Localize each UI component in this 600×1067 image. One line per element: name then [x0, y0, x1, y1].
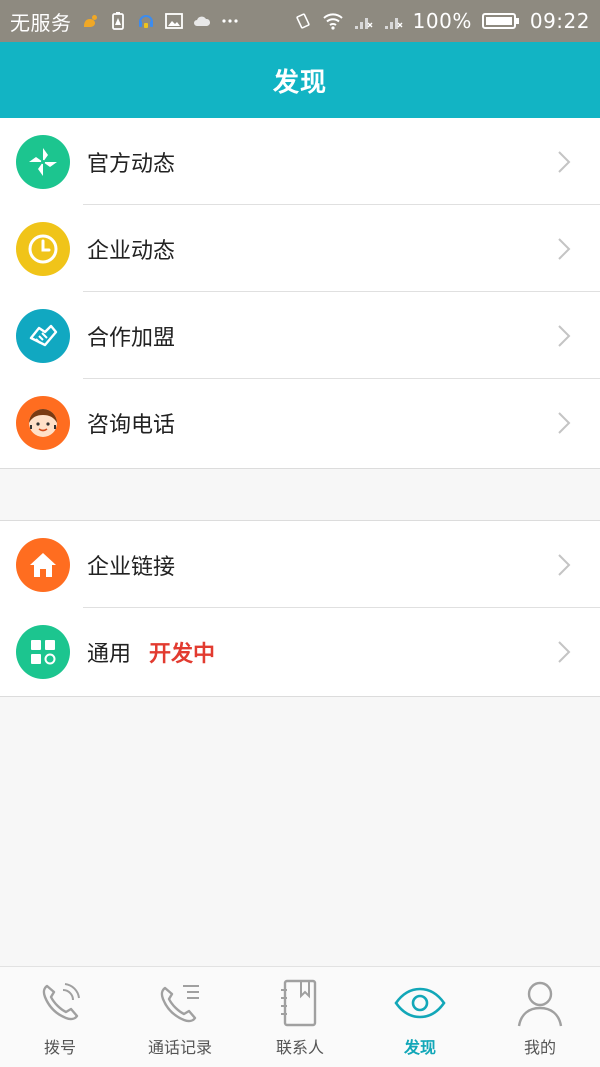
- tab-label: 我的: [523, 1038, 556, 1057]
- list-item-company-news[interactable]: 企业动态: [0, 205, 600, 292]
- clock-time: 09:22: [529, 9, 590, 33]
- list-item-company-links[interactable]: 企业链接: [0, 521, 600, 608]
- tab-call-log[interactable]: 通话记录: [120, 967, 240, 1067]
- list-item-official-news[interactable]: 官方动态: [0, 118, 600, 205]
- header-bar: 发现: [0, 42, 600, 118]
- tab-label: 通话记录: [147, 1038, 212, 1057]
- apps-grid-icon: [16, 624, 70, 679]
- tab-dial[interactable]: 拨号: [0, 967, 120, 1067]
- cloud-icon: [193, 16, 210, 26]
- dial-icon: [42, 983, 80, 1021]
- tab-label: 发现: [403, 1038, 436, 1057]
- chevron-right-icon: [558, 411, 571, 434]
- list-item-partnership[interactable]: 合作加盟: [0, 292, 600, 379]
- chevron-right-icon: [558, 640, 571, 663]
- row-label: 合作加盟: [87, 325, 176, 351]
- carrier-text: 无服务: [10, 10, 72, 35]
- tab-discover[interactable]: 发现: [360, 967, 480, 1067]
- clock-icon: [16, 221, 70, 276]
- discover-screen: 无服务 100% 09:22 发现 官方动态 企业动态 合作加盟 咨询电话 企业…: [0, 0, 600, 1067]
- in-development-badge: 开发中: [149, 641, 216, 667]
- status-left: 无服务: [10, 7, 240, 36]
- home-icon: [16, 537, 70, 592]
- tab-label: 联系人: [275, 1038, 324, 1057]
- row-label: 企业链接: [87, 554, 176, 580]
- row-label: 官方动态: [87, 151, 176, 177]
- handshake-icon: [16, 308, 70, 363]
- squirrel-icon: [83, 15, 97, 27]
- more-dots-icon: [221, 19, 238, 23]
- list-item-consult-phone[interactable]: 咨询电话: [0, 379, 600, 466]
- eye-icon: [394, 987, 446, 1019]
- signal-sim2-icon: [384, 18, 403, 29]
- list-group-2: 企业链接 通用 开发中: [0, 520, 600, 697]
- profile-icon: [517, 981, 563, 1027]
- battery-icon: [481, 13, 519, 29]
- row-label: 企业动态: [87, 238, 176, 264]
- chevron-right-icon: [558, 324, 571, 347]
- status-right: 100% 09:22: [293, 9, 590, 33]
- call-log-icon: [160, 985, 199, 1023]
- chevron-right-icon: [558, 150, 571, 173]
- tab-label: 拨号: [43, 1038, 76, 1057]
- row-label: 通用: [87, 641, 132, 667]
- tab-me[interactable]: 我的: [480, 967, 600, 1067]
- vibrate-icon: [296, 13, 310, 29]
- row-label: 咨询电话: [87, 412, 176, 438]
- battery-percent: 100%: [412, 9, 472, 33]
- page-title: 发现: [272, 67, 327, 98]
- contacts-book-icon: [281, 979, 317, 1027]
- pinwheel-icon: [16, 134, 70, 189]
- tab-contacts[interactable]: 联系人: [240, 967, 360, 1067]
- chevron-right-icon: [558, 237, 571, 260]
- wifi-icon: [322, 13, 343, 30]
- service-agent-icon: [16, 395, 70, 450]
- signal-sim1-icon: [354, 18, 373, 29]
- image-icon: [164, 13, 183, 29]
- headset-lock-icon: [138, 15, 153, 28]
- bottom-nav: 拨号 通话记录 联系人 发现 我的: [0, 966, 600, 1067]
- list-group-1: 官方动态 企业动态 合作加盟 咨询电话: [0, 118, 600, 469]
- status-bar: 无服务 100% 09:22: [0, 0, 600, 42]
- battery-warning-icon: [111, 12, 124, 30]
- chevron-right-icon: [558, 553, 571, 576]
- list-item-general[interactable]: 通用 开发中: [0, 608, 600, 695]
